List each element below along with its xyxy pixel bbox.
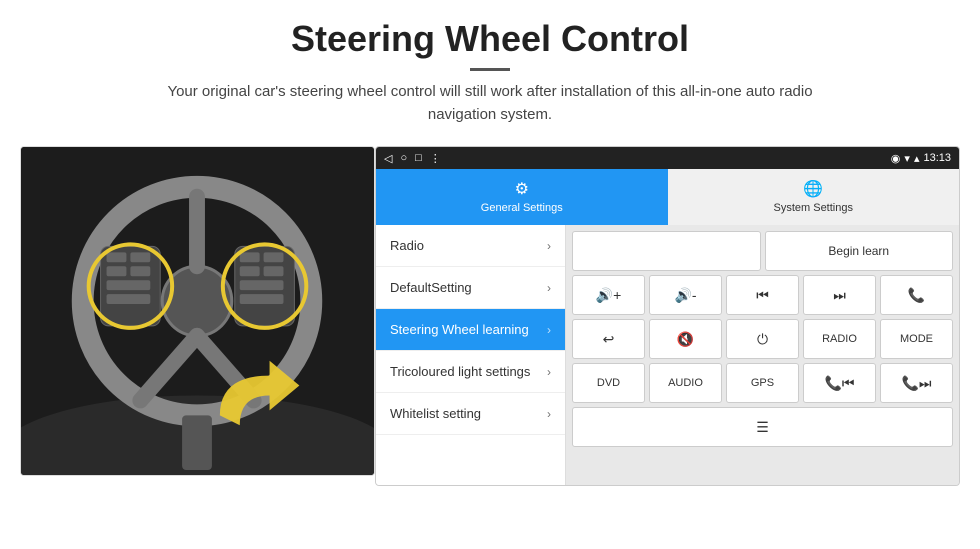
call-next-button[interactable]: 📞⏭ [880,363,953,403]
menu-steering-label: Steering Wheel learning [390,322,529,337]
globe-icon: 🌐 [803,179,823,199]
chevron-icon: › [547,239,551,253]
mode-button[interactable]: MODE [880,319,953,359]
android-panel: ◁ ○ □ ⋮ ◉ ▾ ▴ 13:13 ⚙ General Settings [375,146,960,486]
grid-row-2: ↩ 🔇 ⏻ RADIO MODE [572,319,953,359]
next-track-button[interactable]: ⏭ [803,275,876,315]
menu-item-tricolour[interactable]: Tricoloured light settings › [376,351,565,393]
call-button[interactable]: 📞 [880,275,953,315]
menu-tricolour-label: Tricoloured light settings [390,364,530,379]
vol-down-button[interactable]: 🔊- [649,275,722,315]
status-icons: ◉ ▾ ▴ 13:13 [891,152,951,165]
wifi-icon: ▾ [904,152,910,165]
grid-row-4: ☰ [572,407,953,447]
page-title: Steering Wheel Control [20,18,960,60]
chevron-icon: › [547,407,551,421]
audio-button[interactable]: AUDIO [649,363,722,403]
mute-button[interactable]: 🔇 [649,319,722,359]
location-icon: ◉ [891,152,901,165]
call-prev-button[interactable]: 📞⏮ [803,363,876,403]
page-wrapper: Steering Wheel Control Your original car… [0,0,980,486]
begin-learn-button[interactable]: Begin learn [765,231,954,271]
gear-icon: ⚙ [515,179,529,199]
menu-radio-label: Radio [390,238,424,253]
signal-icon: ▴ [914,152,920,165]
tab-general[interactable]: ⚙ General Settings [376,169,668,225]
menu-item-radio[interactable]: Radio › [376,225,565,267]
back-icon[interactable]: ◁ [384,152,392,165]
chevron-icon: › [547,281,551,295]
page-header: Steering Wheel Control Your original car… [0,0,980,136]
menu-icon[interactable]: ⋮ [430,152,441,165]
grid-row-3: DVD AUDIO GPS 📞⏮ 📞⏭ [572,363,953,403]
recents-icon[interactable]: □ [415,152,422,164]
empty-placeholder [572,231,761,271]
tab-system-label: System Settings [774,202,853,214]
grid-row-1: 🔊+ 🔊- ⏮ ⏭ 📞 [572,275,953,315]
panel-content: Radio › DefaultSetting › Steering Wheel … [376,225,959,485]
home-icon[interactable]: ○ [400,152,407,164]
content-area: ◁ ○ □ ⋮ ◉ ▾ ▴ 13:13 ⚙ General Settings [20,146,960,486]
tab-general-label: General Settings [481,202,563,214]
menu-item-steering[interactable]: Steering Wheel learning › [376,309,565,351]
chevron-icon: › [547,323,551,337]
prev-track-button[interactable]: ⏮ [726,275,799,315]
dvd-button[interactable]: DVD [572,363,645,403]
clock: 13:13 [923,152,951,164]
car-image [20,146,375,476]
menu-default-label: DefaultSetting [390,280,472,295]
nav-icons: ◁ ○ □ ⋮ [384,152,441,165]
chevron-icon: › [547,365,551,379]
gps-button[interactable]: GPS [726,363,799,403]
vol-up-button[interactable]: 🔊+ [572,275,645,315]
tab-bar: ⚙ General Settings 🌐 System Settings [376,169,959,225]
list-button[interactable]: ☰ [572,407,953,447]
menu-item-default[interactable]: DefaultSetting › [376,267,565,309]
button-grid: Begin learn 🔊+ 🔊- ⏮ ⏭ 📞 ↩ 🔇 ⏻ [566,225,959,485]
grid-row-0: Begin learn [572,231,953,271]
menu-whitelist-label: Whitelist setting [390,406,481,421]
back-call-button[interactable]: ↩ [572,319,645,359]
title-divider [470,68,510,71]
power-button[interactable]: ⏻ [726,319,799,359]
radio-button[interactable]: RADIO [803,319,876,359]
page-subtitle: Your original car's steering wheel contr… [140,81,840,126]
menu-list: Radio › DefaultSetting › Steering Wheel … [376,225,566,485]
tab-system[interactable]: 🌐 System Settings [668,169,960,225]
menu-item-whitelist[interactable]: Whitelist setting › [376,393,565,435]
status-bar: ◁ ○ □ ⋮ ◉ ▾ ▴ 13:13 [376,147,959,169]
